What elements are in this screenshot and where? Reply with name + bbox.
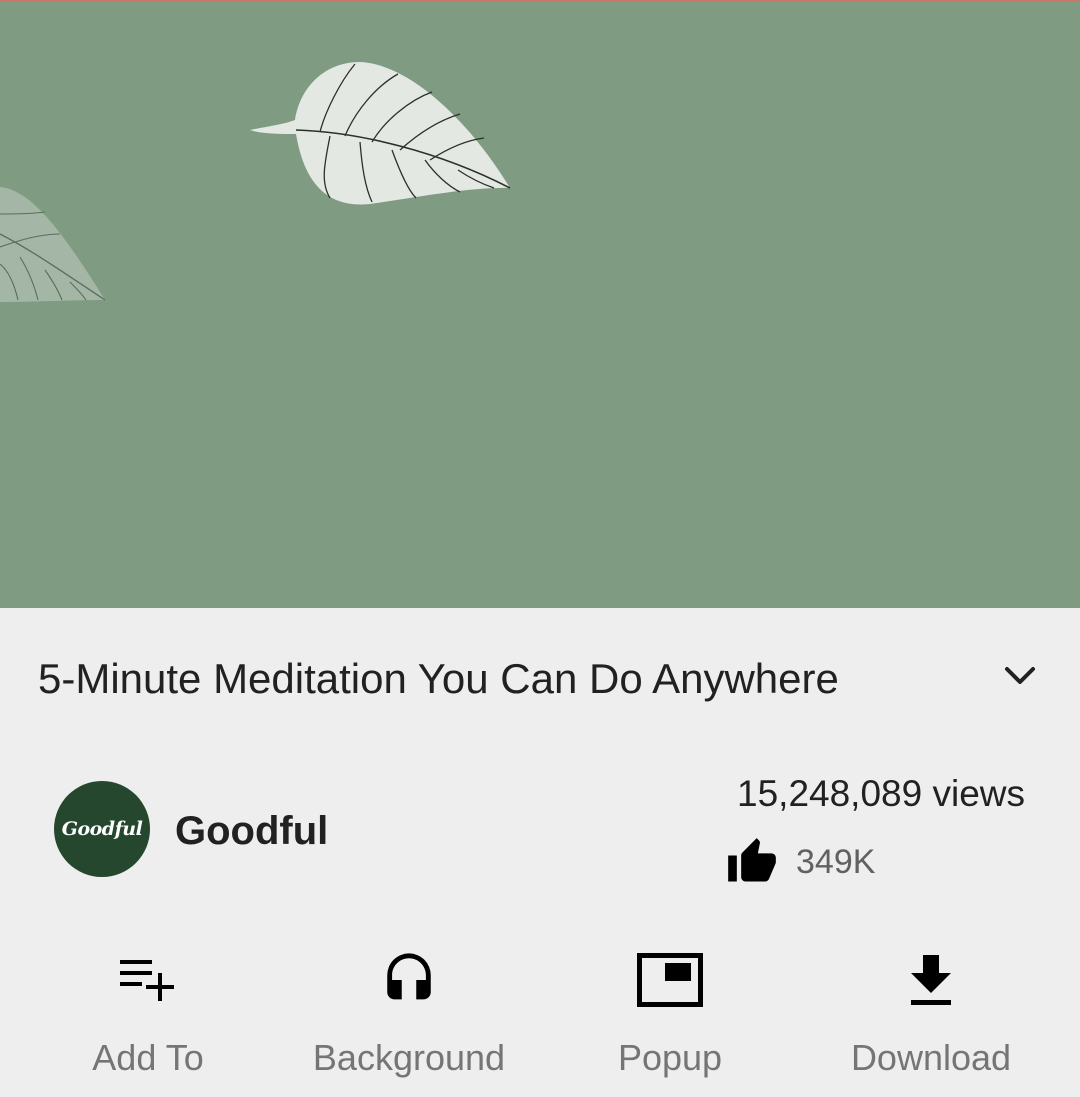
background-label: Background [312, 1037, 506, 1078]
avatar-logo-text: Goodful [61, 818, 143, 840]
channel-avatar[interactable]: Goodful [54, 781, 150, 877]
headphones-icon [387, 953, 431, 1000]
background-play-button[interactable]: Background [279, 938, 539, 1078]
download-button[interactable]: Download [801, 938, 1061, 1078]
leaf-shape-faded [0, 187, 106, 302]
leaf-illustration [0, 62, 511, 302]
popup-button[interactable]: Popup [540, 938, 800, 1078]
view-count: 15,248,089 views [737, 773, 1025, 814]
video-player[interactable] [0, 0, 1080, 608]
picture-in-picture-icon [637, 953, 703, 1007]
add-to-button[interactable]: Add To [18, 938, 278, 1078]
like-count-group: 349K [726, 836, 875, 888]
thumbs-up-icon [728, 838, 776, 882]
playlist-add-icon [120, 960, 174, 1001]
download-icon [911, 955, 951, 1005]
expand-description-button[interactable] [996, 652, 1044, 700]
like-count: 349K [796, 842, 876, 881]
action-bar: Add To Background Popup Download [0, 938, 1080, 1088]
leaf-shape [250, 62, 511, 205]
video-title[interactable]: 5-Minute Meditation You Can Do Anywhere [38, 654, 839, 704]
popup-label: Popup [617, 1037, 723, 1078]
download-label: Download [850, 1037, 1012, 1078]
chevron-down-icon [1005, 667, 1035, 684]
channel-name[interactable]: Goodful [175, 807, 328, 855]
video-details-panel: 5-Minute Meditation You Can Do Anywhere … [0, 608, 1080, 1097]
add-to-label: Add To [92, 1037, 204, 1078]
